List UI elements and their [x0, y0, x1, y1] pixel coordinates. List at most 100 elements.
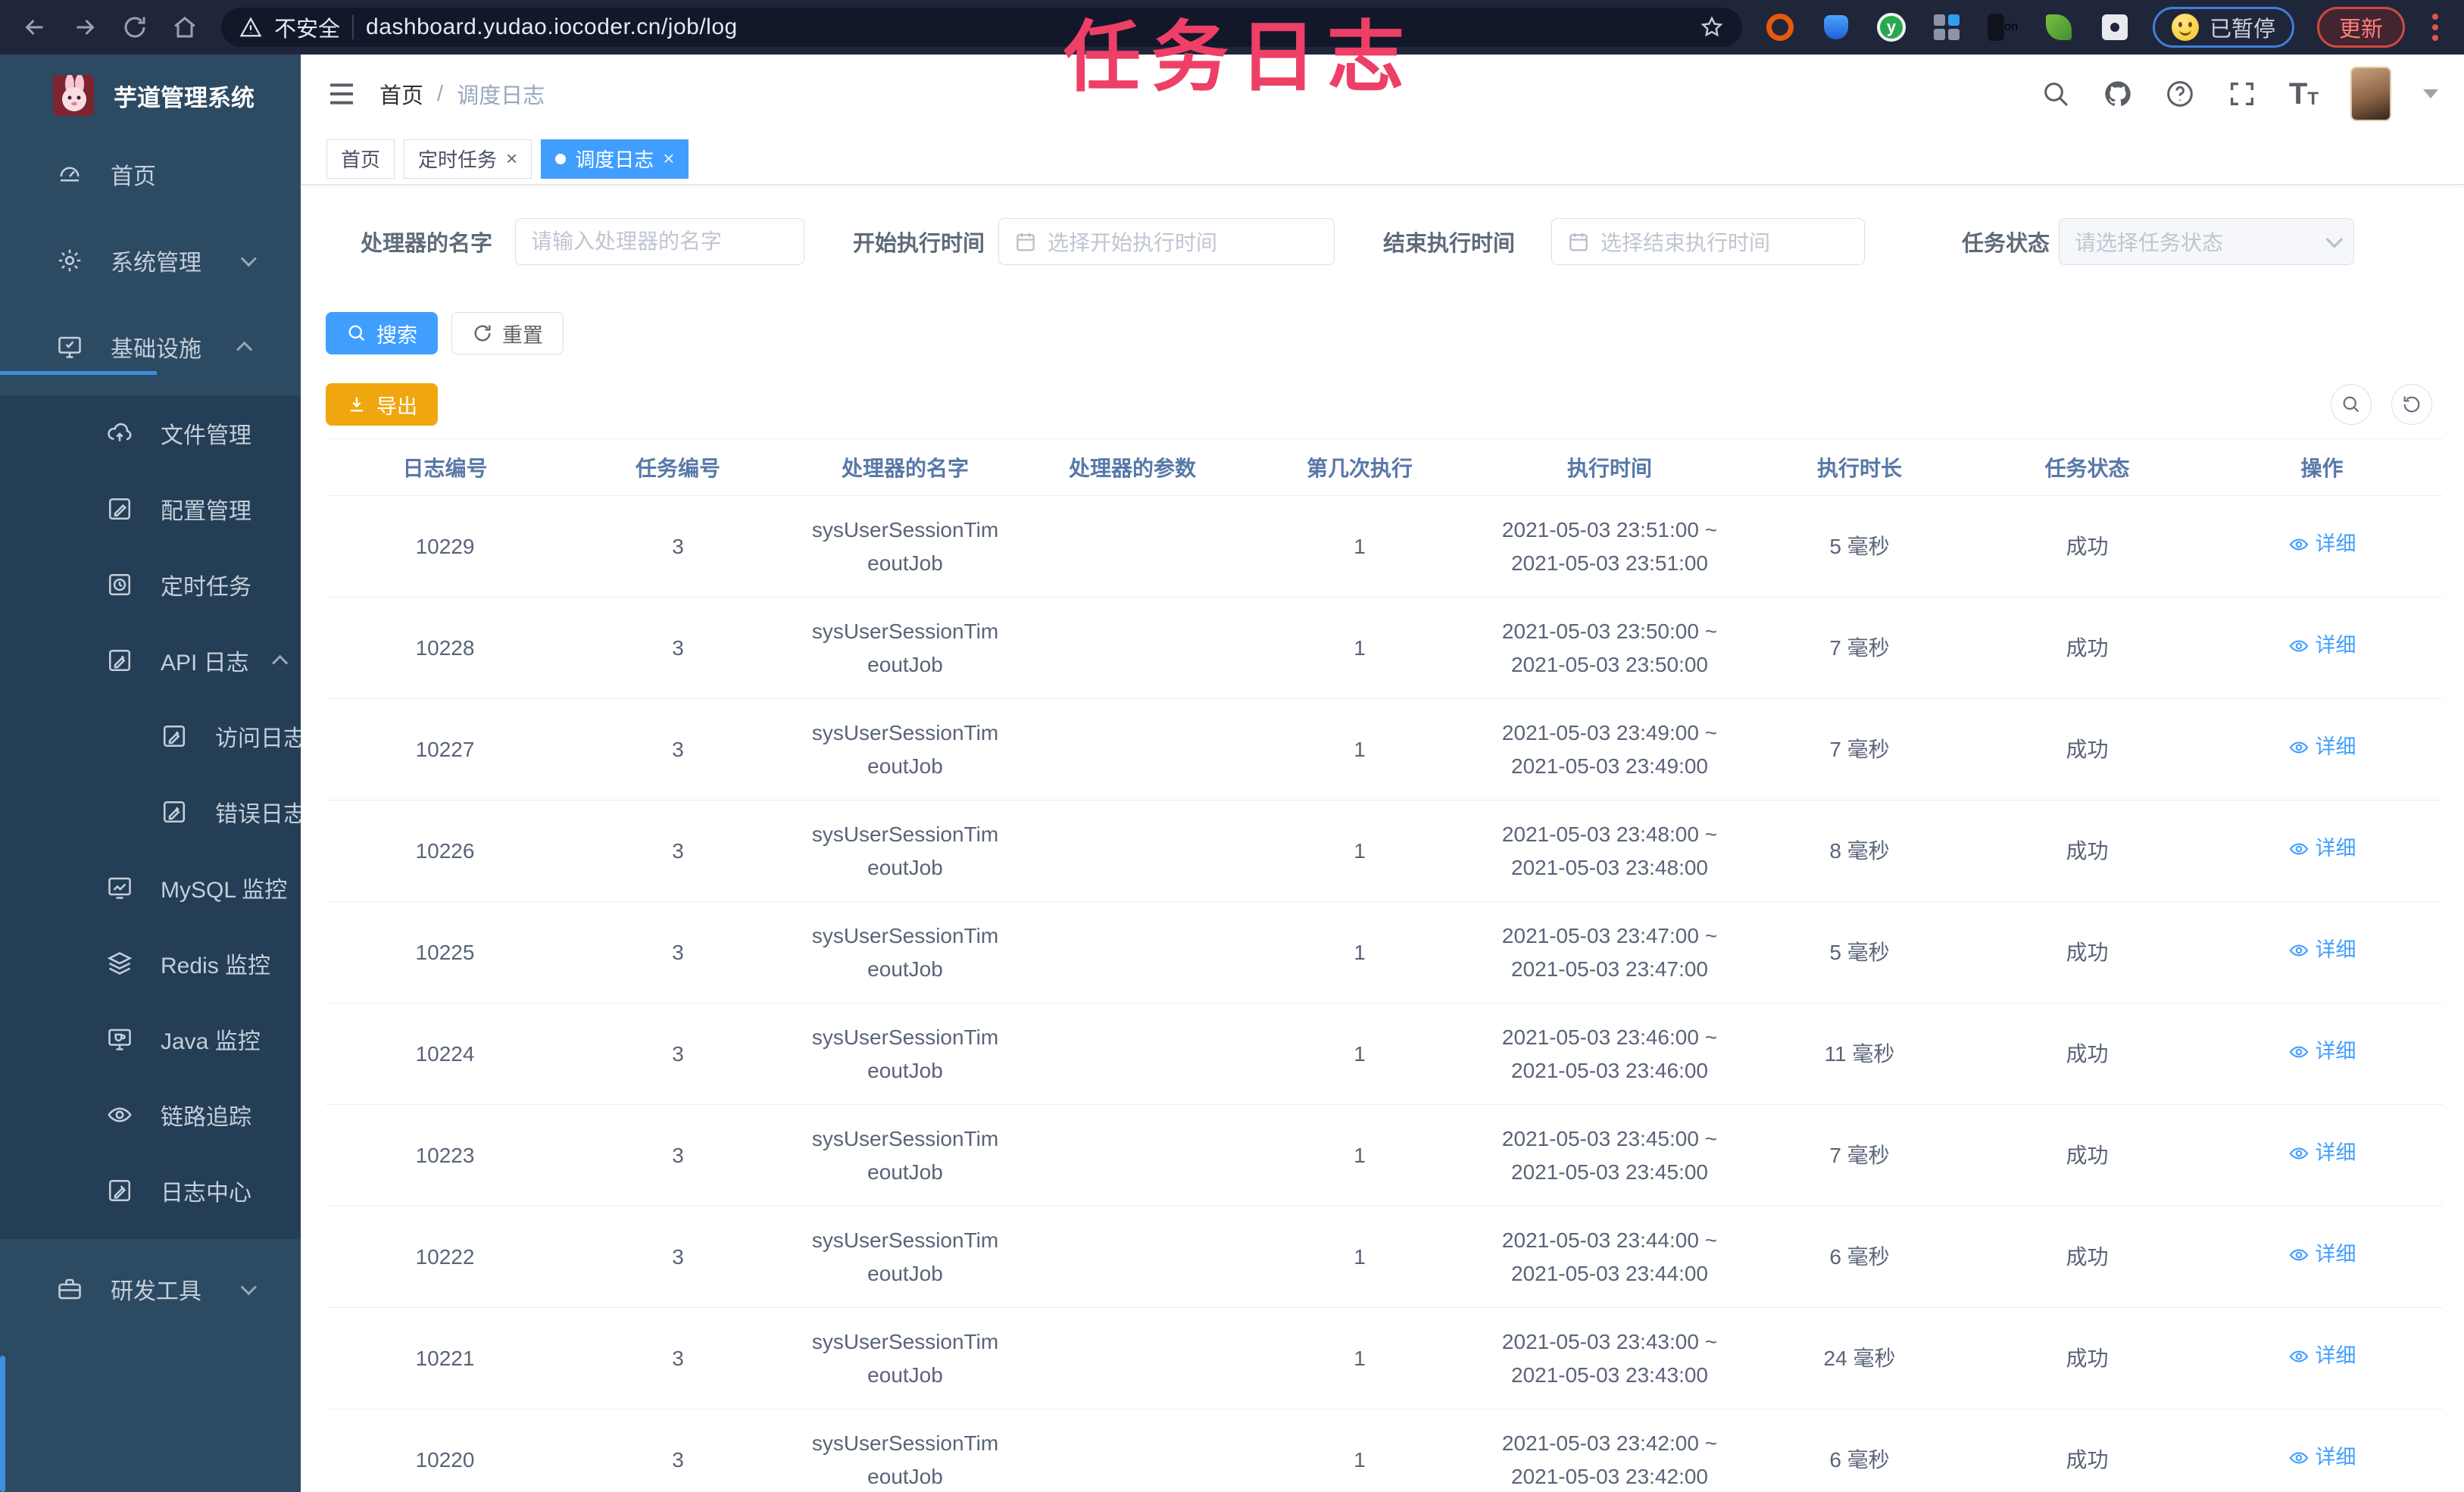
status-cell: 成功 — [2066, 838, 2109, 863]
sidebar-item-链路追踪[interactable]: 链路追踪 — [0, 1077, 301, 1153]
sidebar-item-Java-监控[interactable]: Java 监控 — [0, 1001, 301, 1077]
avatar[interactable] — [2350, 67, 2391, 121]
action-cell: 详细 — [2201, 630, 2443, 666]
ext-leaf-icon[interactable] — [2044, 12, 2074, 42]
search-button[interactable]: 搜索 — [326, 312, 438, 354]
sidebar-item-定时任务[interactable]: 定时任务 — [0, 547, 301, 623]
ext-green-circle-icon[interactable]: y — [1876, 13, 1906, 42]
sidebar-item-Redis-监控[interactable]: Redis 监控 — [0, 925, 301, 1001]
dashboard-icon — [56, 161, 83, 188]
breadcrumb-home[interactable]: 首页 — [379, 78, 423, 110]
sidebar-item-日志中心[interactable]: 日志中心 — [0, 1153, 301, 1228]
duration-cell: 7 毫秒 — [1829, 635, 1890, 660]
handler-name-cell: sysUserSessionTim eoutJob — [811, 1431, 999, 1488]
table-toolbar: 导出 — [326, 383, 2443, 426]
search-icon[interactable] — [2041, 79, 2071, 109]
detail-link[interactable]: 详细 — [2288, 630, 2356, 662]
close-icon[interactable]: × — [506, 147, 517, 170]
job-id-cell: 3 — [672, 1143, 684, 1167]
hamburger-icon[interactable] — [326, 79, 357, 109]
table-row: 10224 3 sysUserSessionTim eoutJob 1 2021-05-0… — [326, 1004, 2443, 1105]
tab-定时任务[interactable]: 定时任务 × — [404, 139, 532, 179]
security-label[interactable]: 不安全 — [274, 11, 340, 43]
status-select[interactable]: 请选择任务状态 — [2059, 218, 2354, 265]
detail-link[interactable]: 详细 — [2288, 1341, 2356, 1372]
detail-link[interactable]: 详细 — [2288, 1239, 2356, 1271]
search-icon — [2343, 396, 2359, 413]
sidebar-scrollbar[interactable] — [0, 1356, 5, 1492]
detail-link[interactable]: 详细 — [2288, 1036, 2356, 1068]
sidebar-item-label: 配置管理 — [161, 499, 251, 524]
execute-time-cell: 2021-05-03 23:43:00 ~2021-05-03 23:43:00 — [1501, 1330, 1718, 1387]
reload-icon[interactable] — [121, 14, 148, 41]
detail-link[interactable]: 详细 — [2288, 833, 2356, 865]
home-icon[interactable] — [171, 14, 198, 41]
detail-link[interactable]: 详细 — [2288, 1138, 2356, 1169]
paused-label: 已暂停 — [2209, 17, 2275, 42]
address-bar[interactable]: 不安全 dashboard.yudao.iocoder.cn/job/log — [221, 8, 1742, 47]
handler-name-input[interactable] — [531, 229, 789, 254]
detail-link[interactable]: 详细 — [2288, 529, 2356, 560]
execute-index-cell: 1 — [1354, 1041, 1366, 1066]
sidebar-item-错误日志[interactable]: 错误日志 — [0, 774, 301, 850]
sidebar-logo-row[interactable]: 芋道管理系统 — [0, 55, 301, 136]
toggle-search-button[interactable] — [2331, 384, 2372, 425]
column-header: 日志编号 — [402, 457, 488, 480]
execute-index-cell: 1 — [1354, 1244, 1366, 1269]
back-icon[interactable] — [21, 14, 48, 41]
detail-link[interactable]: 详细 — [2288, 732, 2356, 763]
detail-link[interactable]: 详细 — [2288, 935, 2356, 966]
logo-image — [53, 74, 94, 116]
browser-menu-icon[interactable] — [2428, 14, 2443, 41]
eye-icon — [2289, 640, 2308, 652]
refresh-icon — [2403, 396, 2420, 413]
active-tab-dot — [555, 153, 567, 164]
sidebar-item-配置管理[interactable]: 配置管理 — [0, 471, 301, 547]
tabs-bar: 首页 定时任务 × 调度日志 × — [301, 133, 2464, 185]
browser-update-button[interactable]: 更新 — [2316, 7, 2405, 48]
sidebar-item-文件管理[interactable]: 文件管理 — [0, 395, 301, 471]
fullscreen-icon[interactable] — [2227, 79, 2257, 109]
chevron-down-icon[interactable] — [2423, 89, 2438, 98]
export-button[interactable]: 导出 — [326, 383, 438, 426]
ext-orange-ring-icon[interactable] — [1765, 12, 1795, 42]
forward-icon[interactable] — [71, 14, 98, 41]
sidebar-item-首页[interactable]: 首页 — [0, 136, 301, 212]
refresh-icon — [474, 325, 491, 342]
ext-puzzle-icon[interactable] — [2100, 12, 2130, 42]
table-row: 10227 3 sysUserSessionTim eoutJob 1 2021-05-0… — [326, 699, 2443, 801]
sidebar-item-访问日志[interactable]: 访问日志 — [0, 698, 301, 774]
handler-name-cell: sysUserSessionTim eoutJob — [811, 924, 999, 981]
help-icon[interactable] — [2165, 79, 2195, 109]
status-cell: 成功 — [2066, 635, 2109, 660]
eye-icon — [2289, 1147, 2308, 1160]
end-time-picker[interactable]: 选择结束执行时间 — [1551, 218, 1865, 265]
font-size-icon[interactable]: TT — [2289, 79, 2319, 109]
sidebar-item-API-日志[interactable]: API 日志 — [0, 623, 301, 698]
ext-dark-on-icon[interactable]: on — [1987, 12, 2018, 42]
detail-link[interactable]: 详细 — [2288, 1442, 2356, 1474]
ext-grid-icon[interactable] — [1932, 12, 1962, 42]
sidebar-item-MySQL-监控[interactable]: MySQL 监控 — [0, 850, 301, 925]
refresh-button[interactable] — [2391, 384, 2432, 425]
column-header: 第几次执行 — [1306, 457, 1413, 480]
tab-调度日志[interactable]: 调度日志 × — [541, 139, 689, 179]
profile-paused-badge[interactable]: 已暂停 — [2152, 7, 2294, 48]
java-monitor-icon — [106, 1025, 133, 1053]
column-header: 任务状态 — [2044, 457, 2130, 480]
browser-toolbar: 不安全 dashboard.yudao.iocoder.cn/job/log y… — [0, 0, 2464, 55]
start-time-picker[interactable]: 选择开始执行时间 — [998, 218, 1335, 265]
sidebar-item-系统管理[interactable]: 系统管理 — [0, 223, 301, 298]
close-icon[interactable]: × — [663, 147, 674, 170]
sidebar-item-研发工具[interactable]: 研发工具 — [0, 1251, 301, 1327]
sidebar-item-label: 链路追踪 — [161, 1105, 251, 1130]
bookmark-star-icon[interactable] — [1700, 15, 1724, 39]
github-icon[interactable] — [2103, 79, 2133, 109]
tab-首页[interactable]: 首页 — [326, 139, 395, 179]
table-row: 10223 3 sysUserSessionTim eoutJob 1 2021-05-0… — [326, 1105, 2443, 1206]
url-text[interactable]: dashboard.yudao.iocoder.cn/job/log — [366, 14, 738, 40]
sidebar-item-label: 日志中心 — [161, 1181, 251, 1206]
ext-blue-gem-icon[interactable] — [1821, 12, 1851, 42]
job-id-cell: 3 — [672, 838, 684, 863]
reset-button[interactable]: 重置 — [451, 312, 564, 354]
